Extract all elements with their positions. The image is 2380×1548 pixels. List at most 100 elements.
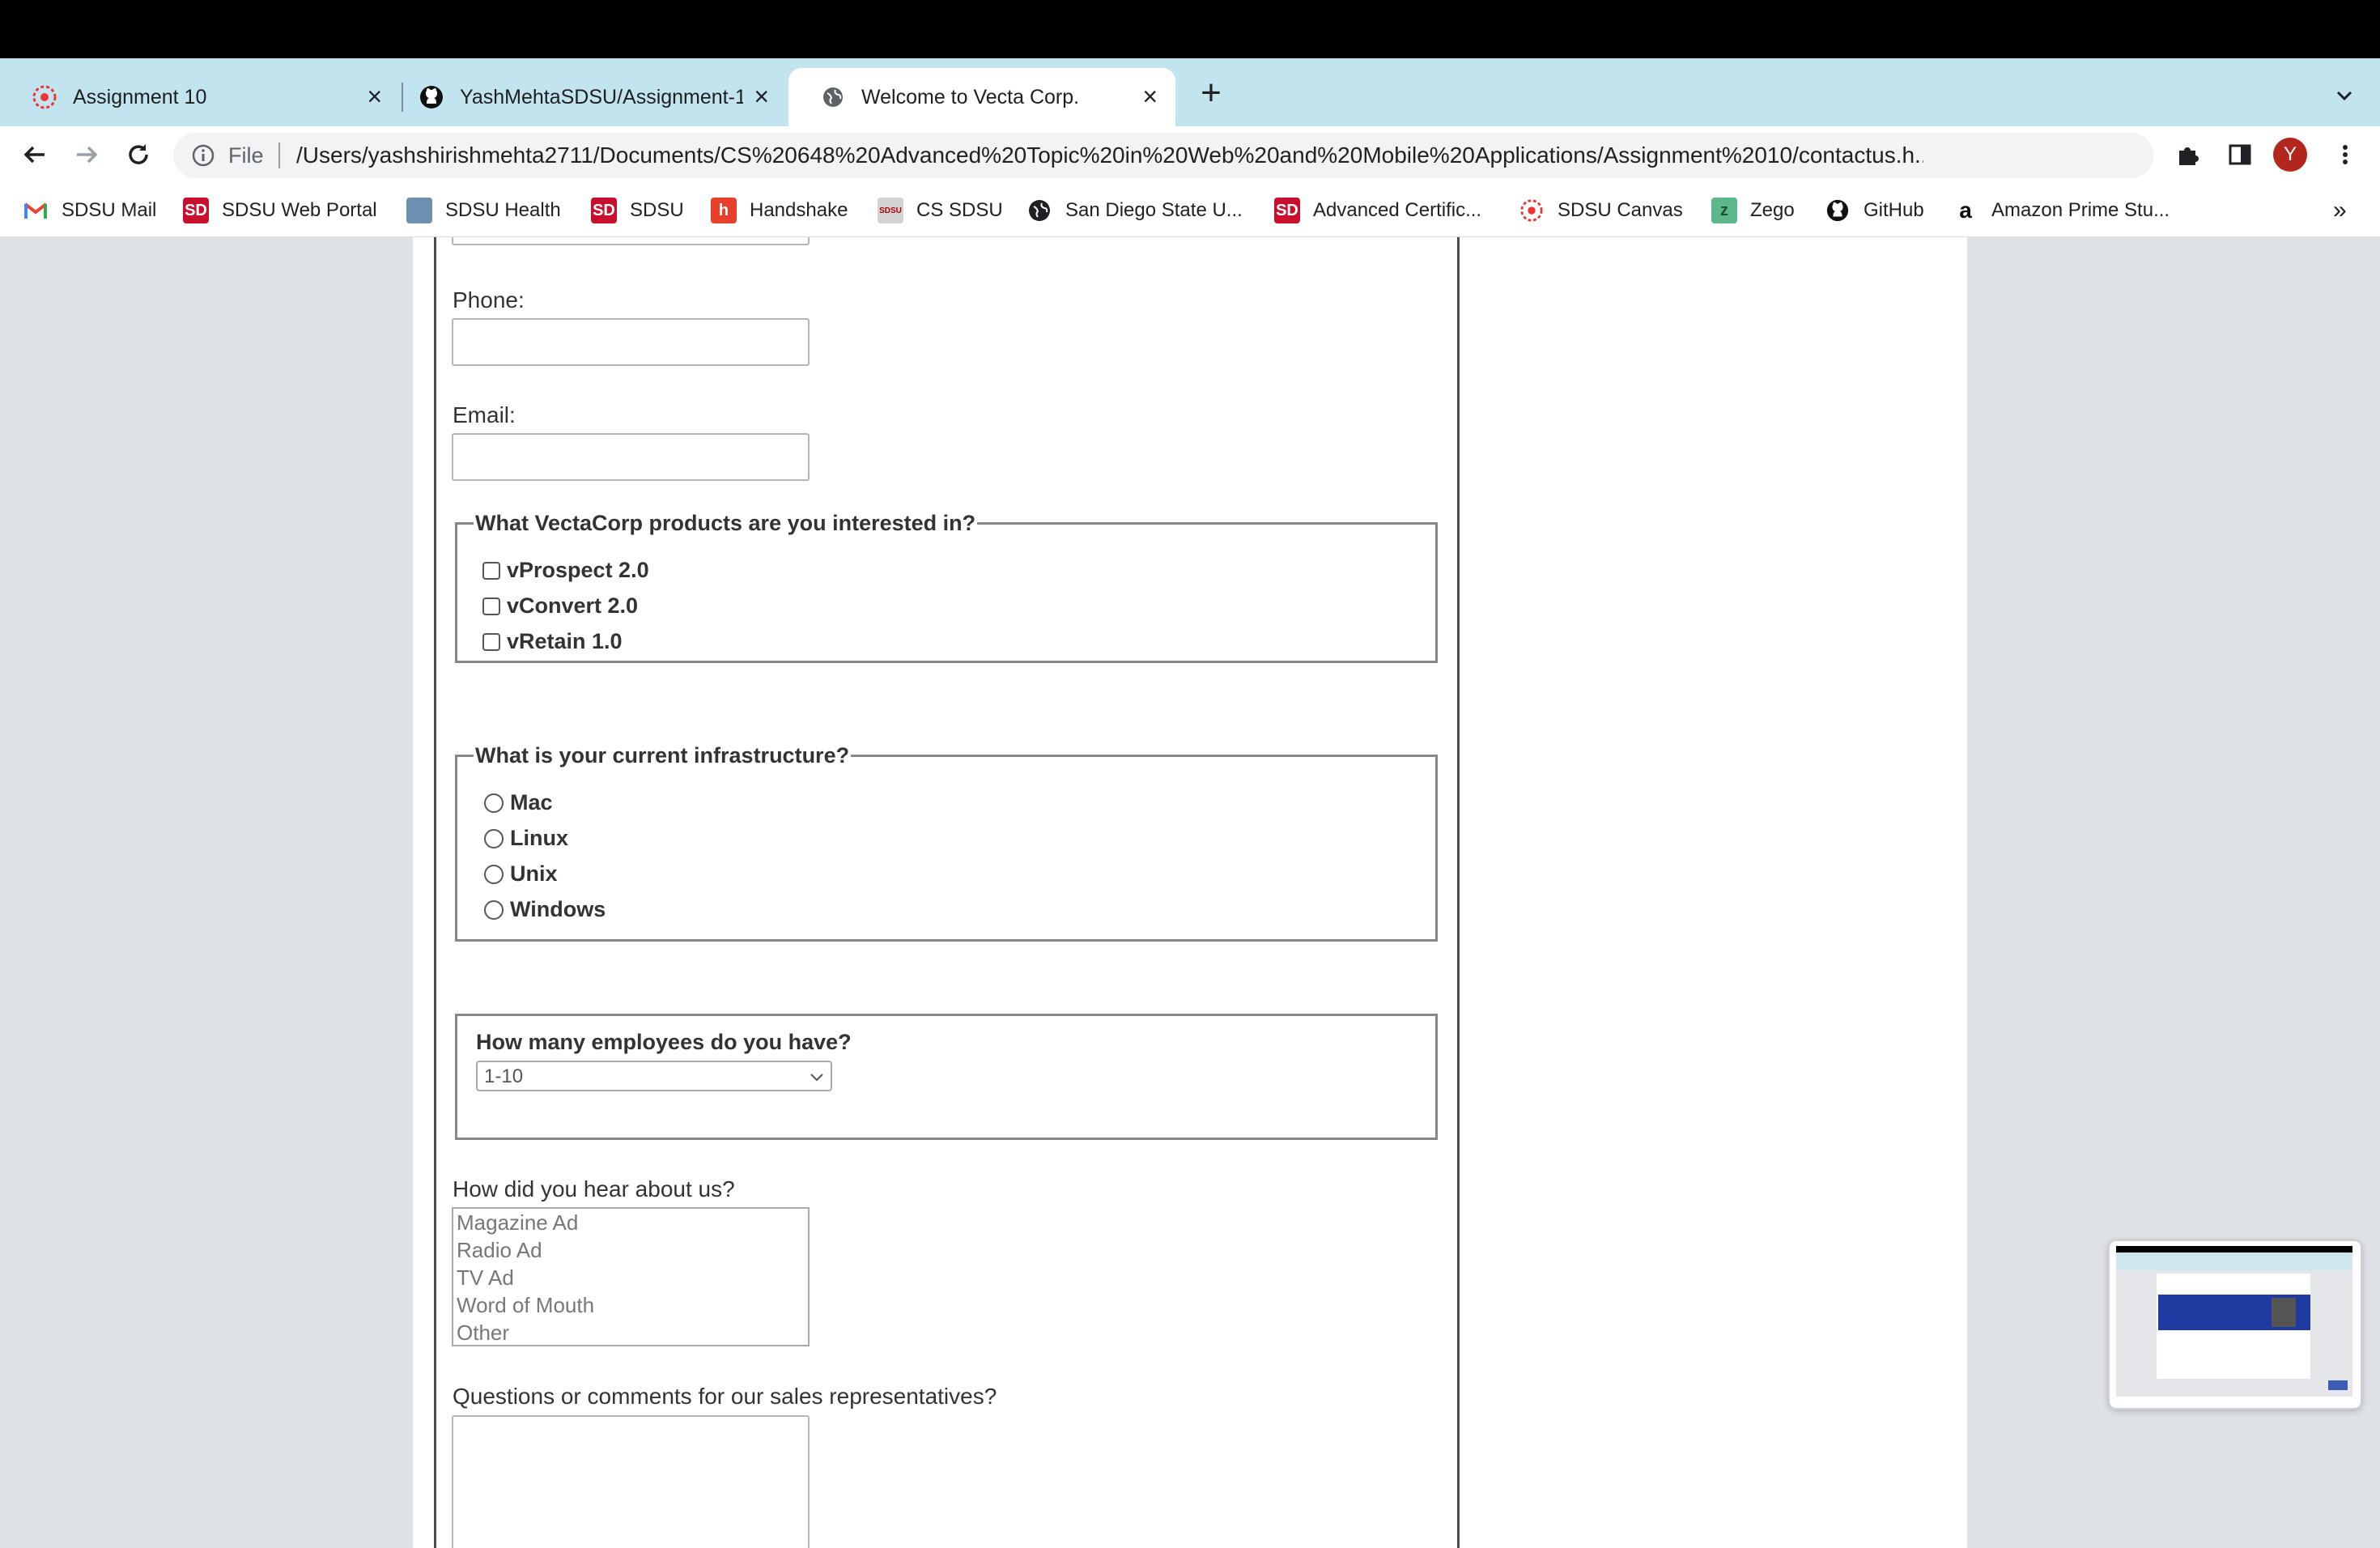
close-icon[interactable]: × (367, 83, 382, 110)
option-label: vProspect 2.0 (507, 558, 649, 582)
tab-search-chevron-icon[interactable] (2328, 79, 2361, 112)
products-legend: What VectaCorp products are you interest… (475, 511, 976, 535)
bookmark-zego[interactable]: z Zego (1711, 198, 1795, 223)
comments-textarea[interactable] (452, 1415, 810, 1548)
bookmark-label: SDSU Canvas (1558, 199, 1683, 221)
employees-select[interactable]: 1-10 (476, 1061, 832, 1091)
bookmark-amazon-prime[interactable]: a Amazon Prime Stu... (1953, 198, 2170, 223)
tab-vecta-corp[interactable]: Welcome to Vecta Corp. × (788, 68, 1175, 126)
bookmark-cs-sdsu[interactable]: SDSU CS SDSU (878, 198, 1003, 223)
bookmark-sdsu-canvas[interactable]: SDSU Canvas (1519, 198, 1683, 223)
gmail-icon (23, 198, 49, 223)
hear-label: How did you hear about us? (453, 1176, 735, 1201)
bookmark-label: SDSU (630, 199, 684, 221)
tab-title: Welcome to Vecta Corp. (861, 85, 1080, 108)
menu-button[interactable] (2327, 136, 2364, 173)
tab-title: Assignment 10 (73, 85, 207, 108)
puzzle-icon (2179, 147, 2199, 165)
bookmark-github[interactable]: GitHub (1825, 198, 1924, 223)
canvas-icon (31, 83, 58, 111)
handshake-icon: h (711, 198, 737, 223)
address-bar[interactable]: File /Users/yashshirishmehta2711/Documen… (173, 133, 2153, 178)
info-icon[interactable] (189, 142, 217, 169)
option-label: Windows (510, 897, 606, 921)
radio-button[interactable] (484, 828, 504, 848)
name-field[interactable] (452, 237, 810, 245)
pip-window-thumbnail[interactable] (2108, 1240, 2362, 1410)
bookmark-label: GitHub (1864, 199, 1924, 221)
list-option[interactable]: Other (453, 1319, 808, 1346)
bookmark-advanced-certificate[interactable]: SD Advanced Certific... (1274, 198, 1481, 223)
amazon-icon: a (1959, 198, 1972, 223)
list-option[interactable]: Magazine Ad (453, 1209, 808, 1236)
back-button[interactable] (16, 136, 53, 173)
page-viewport[interactable]: Phone: Email: What VectaCorp products ar… (0, 237, 2380, 1548)
checkbox[interactable] (482, 632, 500, 651)
bookmark-label: CS SDSU (916, 199, 1003, 221)
bookmark-sdsu-mail[interactable]: SDSU Mail (23, 198, 156, 223)
chevron-down-icon (810, 1074, 823, 1082)
bookmark-label: San Diego State U... (1065, 199, 1243, 221)
radio-linux[interactable]: Linux (484, 826, 568, 851)
main-column-border-left (434, 237, 436, 1548)
side-panel-button[interactable] (2221, 136, 2259, 173)
back-arrow-icon (23, 146, 45, 164)
bookmark-san-diego-state[interactable]: San Diego State U... (1026, 198, 1243, 223)
radio-unix[interactable]: Unix (484, 861, 558, 887)
checkbox-vprospect[interactable]: vProspect 2.0 (482, 558, 649, 583)
reload-button[interactable] (120, 136, 157, 173)
hear-listbox[interactable]: Magazine Ad Radio Ad TV Ad Word of Mouth… (452, 1207, 810, 1346)
github-icon (418, 83, 445, 111)
extensions-button[interactable] (2170, 136, 2207, 173)
forward-button[interactable] (68, 136, 105, 173)
employees-selected-value: 1-10 (484, 1065, 524, 1087)
radio-windows[interactable]: Windows (484, 897, 606, 922)
list-option[interactable]: Word of Mouth (453, 1291, 808, 1319)
radio-button[interactable] (484, 793, 504, 813)
checkbox-vconvert[interactable]: vConvert 2.0 (482, 593, 638, 619)
thumbnail-browser-chrome (2116, 1252, 2352, 1270)
option-label: Mac (510, 790, 553, 814)
health-icon (406, 198, 432, 223)
url-scheme-label: File (228, 143, 264, 168)
email-field[interactable] (452, 433, 810, 481)
close-icon[interactable]: × (754, 83, 769, 110)
bookmark-sdsu[interactable]: SD SDSU (591, 198, 684, 223)
bookmark-label: SDSU Web Portal (222, 199, 377, 221)
profile-avatar[interactable]: Y (2273, 138, 2307, 172)
bookmarks-overflow-button[interactable]: » (2333, 197, 2347, 223)
employees-question: How many employees do you have? (476, 1030, 852, 1054)
main-column-border-right (1457, 237, 1460, 1548)
bookmark-label: Amazon Prime Stu... (1991, 199, 2170, 221)
sdsu-cs-icon: SDSU (878, 198, 903, 223)
checkbox[interactable] (482, 597, 500, 615)
close-icon[interactable]: × (1142, 83, 1158, 110)
tab-github-repo[interactable]: YashMehtaSDSU/Assignment-1 × (387, 68, 787, 126)
canvas-icon (1519, 198, 1545, 223)
bookmark-handshake[interactable]: h Handshake (711, 198, 848, 223)
infrastructure-legend: What is your current infrastructure? (475, 743, 850, 768)
bookmark-label: SDSU Mail (62, 199, 157, 221)
list-option[interactable]: TV Ad (453, 1264, 808, 1291)
bookmarks-bar: SDSU Mail SD SDSU Web Portal SDSU Health… (0, 183, 2380, 237)
list-option[interactable]: Radio Ad (453, 1236, 808, 1264)
radio-button[interactable] (484, 864, 504, 884)
bookmark-label: Advanced Certific... (1313, 199, 1482, 221)
checkbox[interactable] (482, 561, 500, 580)
checkbox-vretain[interactable]: vRetain 1.0 (482, 629, 623, 654)
phone-field[interactable] (452, 318, 810, 366)
url-text[interactable]: /Users/yashshirishmehta2711/Documents/CS… (296, 142, 1923, 168)
tab-assignment-10[interactable]: Assignment 10 × (0, 68, 400, 126)
radio-mac[interactable]: Mac (484, 790, 553, 815)
reload-icon (129, 144, 148, 164)
radio-button[interactable] (484, 899, 504, 920)
zego-icon: z (1711, 198, 1737, 223)
forward-arrow-icon (77, 146, 98, 164)
sd-icon: SD (1274, 198, 1300, 223)
sd-icon: SD (591, 198, 617, 223)
bookmark-sdsu-health[interactable]: SDSU Health (406, 198, 561, 223)
bookmark-sdsu-web-portal[interactable]: SD SDSU Web Portal (183, 198, 377, 223)
phone-label: Phone: (453, 287, 525, 313)
option-label: Linux (510, 826, 568, 850)
new-tab-button[interactable]: + (1195, 75, 1227, 111)
